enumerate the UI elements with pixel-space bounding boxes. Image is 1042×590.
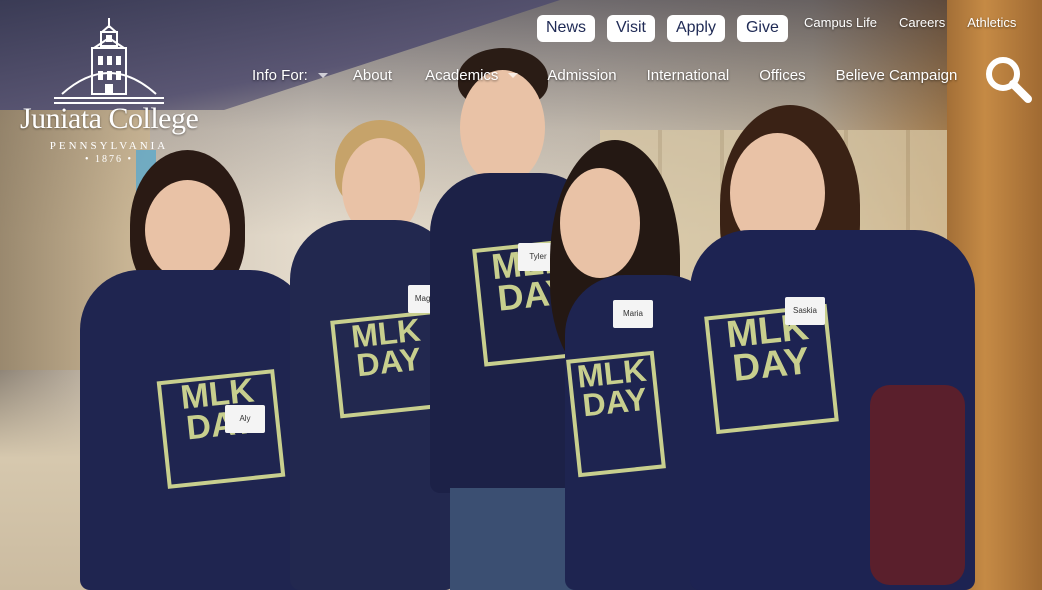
college-name: Juniata College <box>20 102 199 135</box>
nametag: Aly <box>225 405 265 433</box>
visit-button[interactable]: Visit <box>607 15 655 42</box>
nametag: Saskia <box>785 297 825 325</box>
college-state: PENNSYLVANIA <box>49 140 169 152</box>
shirt-print-line-2: DAY <box>354 340 423 384</box>
nav-about-label: About <box>352 67 393 84</box>
college-logo[interactable]: Juniata College PENNSYLVANIA • 1876 • <box>20 14 199 174</box>
nav-admission[interactable]: Admission <box>547 67 616 84</box>
search-icon <box>986 57 1032 103</box>
chevron-down-icon <box>317 73 328 78</box>
news-button[interactable]: News <box>537 15 596 42</box>
nametag: Maria <box>613 300 653 328</box>
nav-info-for[interactable]: Info For: <box>252 67 328 84</box>
nav-offices-label: Offices <box>759 67 806 84</box>
search-button[interactable] <box>984 55 1034 105</box>
student-5: MLK DAY Saskia <box>690 105 980 590</box>
college-founded-year: • 1876 • <box>84 154 133 165</box>
nav-academics[interactable]: Academics <box>425 67 519 84</box>
nav-about[interactable]: About <box>353 67 392 84</box>
nav-academics-label: Academics <box>425 67 499 84</box>
nav-international[interactable]: International <box>647 67 730 84</box>
chevron-down-icon <box>508 73 519 78</box>
nav-offices[interactable]: Offices <box>759 67 805 84</box>
nav-international-label: International <box>646 67 730 84</box>
utility-links: Campus Life Careers Athletics <box>804 15 1016 30</box>
athletics-link[interactable]: Athletics <box>967 15 1016 30</box>
campus-life-link[interactable]: Campus Life <box>804 15 877 30</box>
apply-button[interactable]: Apply <box>666 15 725 42</box>
student-1: MLK DAY Aly <box>70 150 310 590</box>
give-button[interactable]: Give <box>736 15 788 42</box>
main-nav: Info For: About Academics Admission Inte… <box>252 67 957 84</box>
founders-hall-icon <box>54 18 164 104</box>
nav-admission-label: Admission <box>547 67 617 84</box>
utility-pill-nav: News Visit Apply Give <box>537 15 788 42</box>
nav-info-for-label: Info For: <box>252 67 308 84</box>
careers-link[interactable]: Careers <box>899 15 945 30</box>
shirt-print-line-2: DAY <box>730 340 812 391</box>
nav-believe-campaign[interactable]: Believe Campaign <box>836 67 958 84</box>
shirt-print-line-2: DAY <box>580 380 649 424</box>
nav-believe-campaign-label: Believe Campaign <box>835 67 958 84</box>
